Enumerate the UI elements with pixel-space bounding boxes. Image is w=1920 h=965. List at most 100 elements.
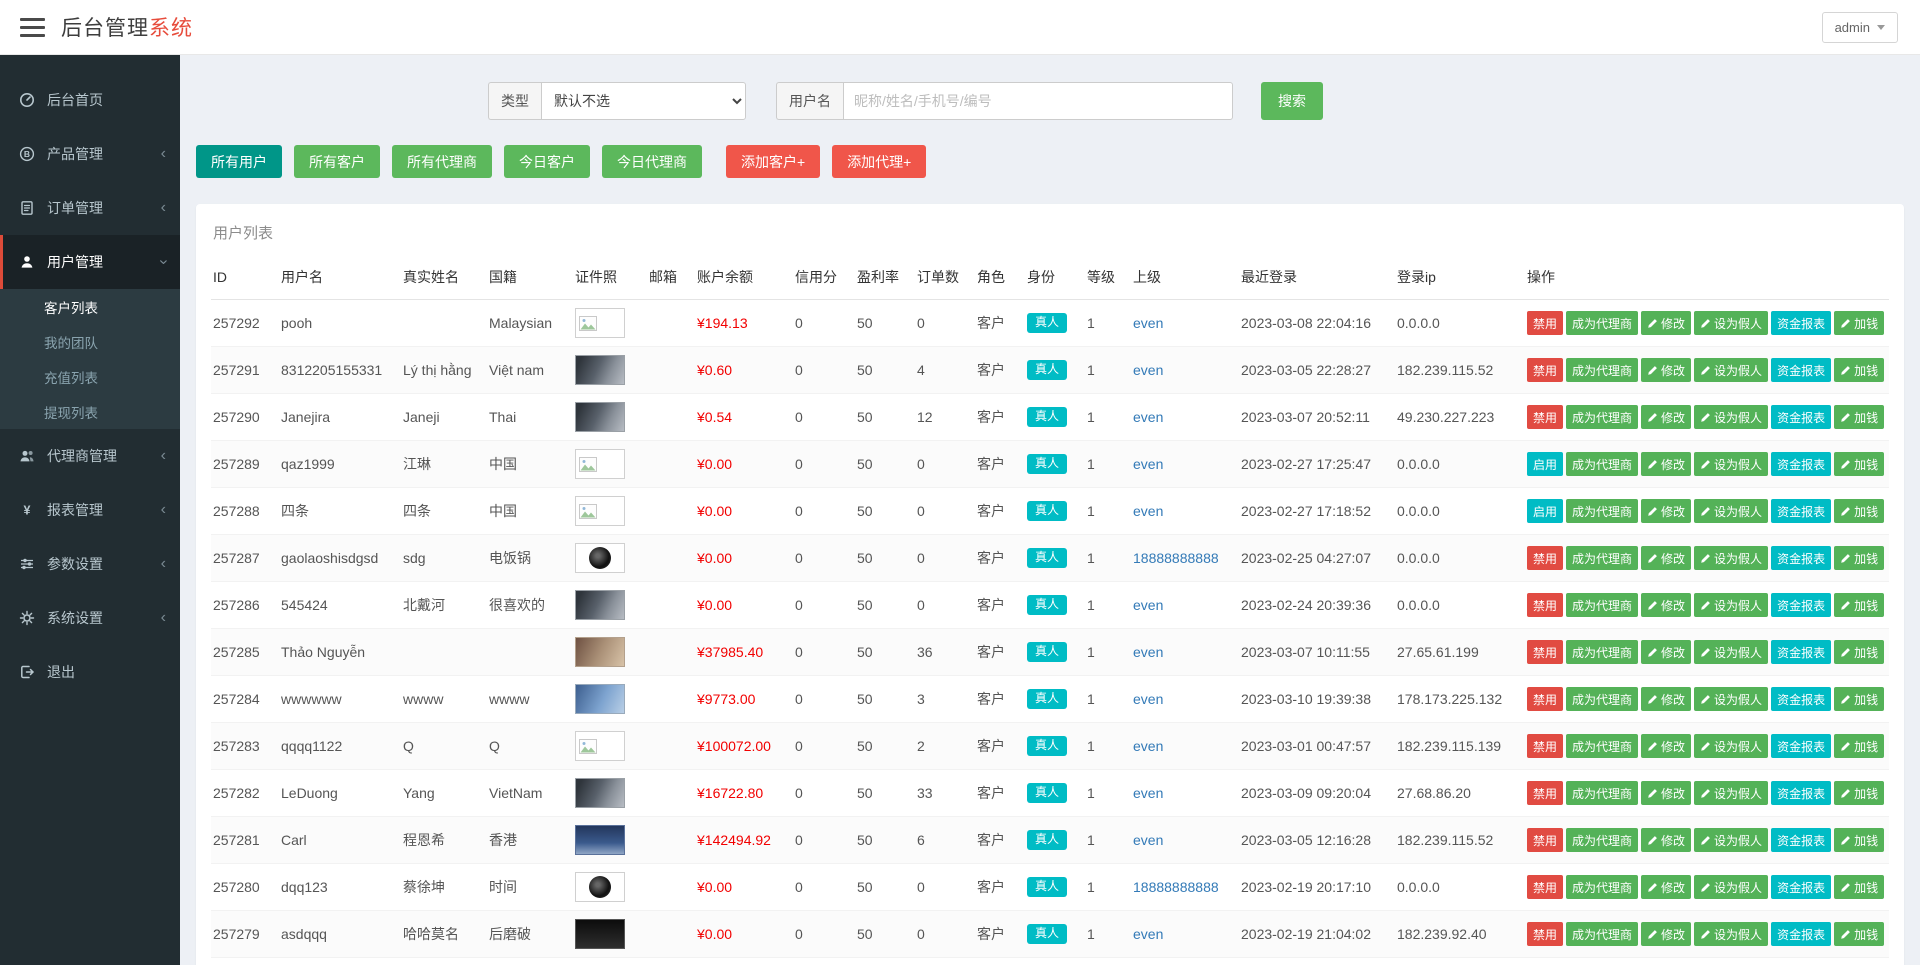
toggle-status-button[interactable]: 禁用 xyxy=(1527,593,1564,617)
set-fake-button[interactable]: 设为假人 xyxy=(1694,828,1769,852)
add-money-button[interactable]: 加钱 xyxy=(1834,922,1885,946)
sidebar-item-reports[interactable]: ¥ 报表管理 ‹ xyxy=(0,483,180,537)
set-fake-button[interactable]: 设为假人 xyxy=(1694,546,1769,570)
add-money-button[interactable]: 加钱 xyxy=(1834,640,1885,664)
set-fake-button[interactable]: 设为假人 xyxy=(1694,499,1769,523)
become-agent-button[interactable]: 成为代理商 xyxy=(1566,358,1639,382)
today-agents-button[interactable]: 今日代理商 xyxy=(602,145,702,178)
become-agent-button[interactable]: 成为代理商 xyxy=(1566,405,1639,429)
add-money-button[interactable]: 加钱 xyxy=(1834,311,1885,335)
become-agent-button[interactable]: 成为代理商 xyxy=(1566,499,1639,523)
add-agent-button[interactable]: 添加代理+ xyxy=(832,145,927,178)
id-photo[interactable] xyxy=(575,684,625,714)
fund-report-button[interactable]: 资金报表 xyxy=(1771,640,1832,664)
toggle-status-button[interactable]: 禁用 xyxy=(1527,640,1564,664)
id-photo[interactable] xyxy=(575,590,625,620)
sidebar-item-logout[interactable]: 退出 xyxy=(0,645,180,699)
sidebar-item-agents[interactable]: 代理商管理 ‹ xyxy=(0,429,180,483)
fund-report-button[interactable]: 资金报表 xyxy=(1771,405,1832,429)
all-agents-button[interactable]: 所有代理商 xyxy=(392,145,492,178)
set-fake-button[interactable]: 设为假人 xyxy=(1694,781,1769,805)
parent-link[interactable]: even xyxy=(1133,409,1163,425)
fund-report-button[interactable]: 资金报表 xyxy=(1771,311,1832,335)
toggle-status-button[interactable]: 启用 xyxy=(1527,452,1564,476)
become-agent-button[interactable]: 成为代理商 xyxy=(1566,828,1639,852)
fund-report-button[interactable]: 资金报表 xyxy=(1771,781,1832,805)
parent-link[interactable]: even xyxy=(1133,785,1163,801)
set-fake-button[interactable]: 设为假人 xyxy=(1694,734,1769,758)
add-money-button[interactable]: 加钱 xyxy=(1834,781,1885,805)
edit-button[interactable]: 修改 xyxy=(1641,875,1692,899)
edit-button[interactable]: 修改 xyxy=(1641,452,1692,476)
parent-link[interactable]: even xyxy=(1133,503,1163,519)
fund-report-button[interactable]: 资金报表 xyxy=(1771,922,1832,946)
id-photo[interactable] xyxy=(575,825,625,855)
id-photo[interactable] xyxy=(575,449,625,479)
fund-report-button[interactable]: 资金报表 xyxy=(1771,687,1832,711)
all-customers-button[interactable]: 所有客户 xyxy=(294,145,380,178)
toggle-status-button[interactable]: 禁用 xyxy=(1527,405,1564,429)
toggle-status-button[interactable]: 启用 xyxy=(1527,499,1564,523)
username-input[interactable] xyxy=(843,82,1233,120)
all-users-button[interactable]: 所有用户 xyxy=(196,145,282,178)
sidebar-item-users[interactable]: 用户管理 ‹ xyxy=(0,235,180,289)
toggle-status-button[interactable]: 禁用 xyxy=(1527,828,1564,852)
id-photo[interactable] xyxy=(575,402,625,432)
sidebar-item-my-team[interactable]: 我的团队 xyxy=(0,324,180,359)
id-photo[interactable] xyxy=(575,355,625,385)
id-photo[interactable] xyxy=(575,496,625,526)
id-photo[interactable] xyxy=(575,637,625,667)
set-fake-button[interactable]: 设为假人 xyxy=(1694,640,1769,664)
add-money-button[interactable]: 加钱 xyxy=(1834,499,1885,523)
parent-link[interactable]: 18888888888 xyxy=(1133,550,1219,566)
add-money-button[interactable]: 加钱 xyxy=(1834,593,1885,617)
toggle-status-button[interactable]: 禁用 xyxy=(1527,546,1564,570)
become-agent-button[interactable]: 成为代理商 xyxy=(1566,734,1639,758)
become-agent-button[interactable]: 成为代理商 xyxy=(1566,452,1639,476)
edit-button[interactable]: 修改 xyxy=(1641,405,1692,429)
toggle-status-button[interactable]: 禁用 xyxy=(1527,922,1564,946)
toggle-status-button[interactable]: 禁用 xyxy=(1527,734,1564,758)
toggle-status-button[interactable]: 禁用 xyxy=(1527,358,1564,382)
add-money-button[interactable]: 加钱 xyxy=(1834,734,1885,758)
set-fake-button[interactable]: 设为假人 xyxy=(1694,358,1769,382)
edit-button[interactable]: 修改 xyxy=(1641,734,1692,758)
parent-link[interactable]: even xyxy=(1133,362,1163,378)
type-select[interactable]: 默认不选 xyxy=(541,82,746,120)
edit-button[interactable]: 修改 xyxy=(1641,640,1692,664)
become-agent-button[interactable]: 成为代理商 xyxy=(1566,781,1639,805)
edit-button[interactable]: 修改 xyxy=(1641,828,1692,852)
id-photo[interactable] xyxy=(575,308,625,338)
fund-report-button[interactable]: 资金报表 xyxy=(1771,358,1832,382)
set-fake-button[interactable]: 设为假人 xyxy=(1694,593,1769,617)
become-agent-button[interactable]: 成为代理商 xyxy=(1566,546,1639,570)
edit-button[interactable]: 修改 xyxy=(1641,499,1692,523)
hamburger-menu-icon[interactable] xyxy=(20,17,45,37)
add-money-button[interactable]: 加钱 xyxy=(1834,452,1885,476)
add-money-button[interactable]: 加钱 xyxy=(1834,687,1885,711)
edit-button[interactable]: 修改 xyxy=(1641,781,1692,805)
add-money-button[interactable]: 加钱 xyxy=(1834,405,1885,429)
parent-link[interactable]: even xyxy=(1133,597,1163,613)
fund-report-button[interactable]: 资金报表 xyxy=(1771,452,1832,476)
become-agent-button[interactable]: 成为代理商 xyxy=(1566,875,1639,899)
fund-report-button[interactable]: 资金报表 xyxy=(1771,875,1832,899)
edit-button[interactable]: 修改 xyxy=(1641,546,1692,570)
become-agent-button[interactable]: 成为代理商 xyxy=(1566,640,1639,664)
set-fake-button[interactable]: 设为假人 xyxy=(1694,687,1769,711)
become-agent-button[interactable]: 成为代理商 xyxy=(1566,687,1639,711)
become-agent-button[interactable]: 成为代理商 xyxy=(1566,922,1639,946)
sidebar-item-orders[interactable]: 订单管理 ‹ xyxy=(0,181,180,235)
sidebar-item-params[interactable]: 参数设置 ‹ xyxy=(0,537,180,591)
become-agent-button[interactable]: 成为代理商 xyxy=(1566,593,1639,617)
sidebar-item-customer-list[interactable]: 客户列表 xyxy=(0,289,180,324)
edit-button[interactable]: 修改 xyxy=(1641,687,1692,711)
parent-link[interactable]: 18888888888 xyxy=(1133,879,1219,895)
id-photo[interactable] xyxy=(575,543,625,573)
today-customers-button[interactable]: 今日客户 xyxy=(504,145,590,178)
parent-link[interactable]: even xyxy=(1133,832,1163,848)
add-customer-button[interactable]: 添加客户+ xyxy=(726,145,821,178)
add-money-button[interactable]: 加钱 xyxy=(1834,358,1885,382)
fund-report-button[interactable]: 资金报表 xyxy=(1771,734,1832,758)
sidebar-item-system[interactable]: 系统设置 ‹ xyxy=(0,591,180,645)
